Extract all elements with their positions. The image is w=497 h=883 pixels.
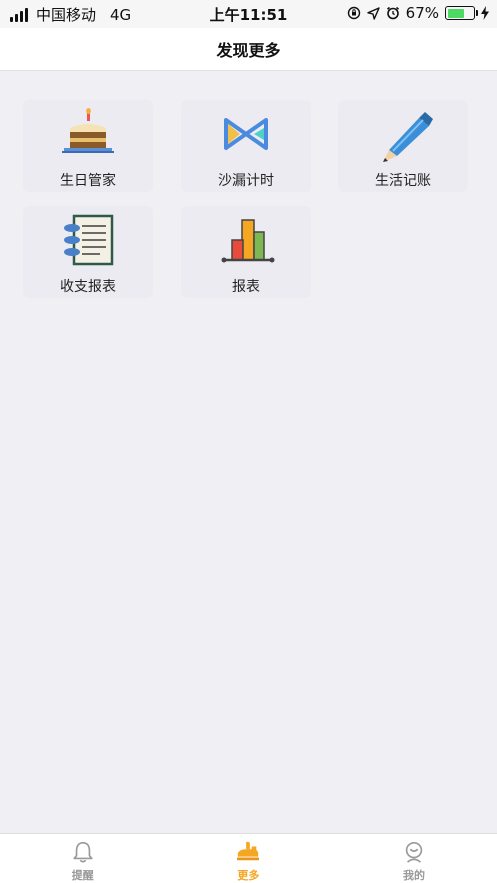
tile-label: 报表	[232, 279, 260, 295]
hourglass-icon	[224, 118, 268, 150]
tile-label: 生活记账	[375, 173, 431, 189]
orientation-lock-icon	[347, 6, 360, 20]
tile-label: 生日管家	[60, 173, 116, 189]
tab-more[interactable]: 更多	[166, 834, 332, 883]
tile-income-expense-report[interactable]: 收支报表	[23, 206, 153, 298]
tile-reports[interactable]: 报表	[181, 206, 311, 298]
more-hand-icon	[237, 841, 260, 861]
page-title: 发现更多	[216, 41, 281, 60]
tile-label: 沙漏计时	[218, 173, 274, 189]
birthday-cake-icon	[62, 108, 114, 153]
profile-icon	[405, 841, 423, 863]
tile-birthday-manager[interactable]: 生日管家	[23, 100, 153, 192]
status-bar: 中国移动 4G 上午11:51 67%	[0, 0, 497, 28]
tab-reminders[interactable]: 提醒	[0, 834, 166, 883]
tab-label: 更多	[237, 869, 260, 882]
bell-icon	[73, 841, 93, 863]
tile-label: 收支报表	[60, 279, 116, 295]
battery-percent: 67%	[405, 4, 439, 22]
tab-mine[interactable]: 我的	[331, 834, 497, 883]
status-right: 67%	[347, 4, 489, 22]
tile-life-bookkeeping[interactable]: 生活记账	[338, 100, 468, 192]
bottom-tab-bar: 提醒 更多 我的	[0, 833, 497, 883]
bar-chart-icon	[221, 219, 275, 263]
tab-label: 我的	[402, 869, 425, 882]
pencil-icon	[383, 112, 433, 162]
tile-hourglass-timer[interactable]: 沙漏计时	[181, 100, 311, 192]
charging-bolt-icon	[481, 6, 489, 20]
location-arrow-icon	[366, 6, 380, 20]
battery-icon	[445, 6, 478, 20]
tab-label: 提醒	[71, 869, 94, 882]
battery-level-fill	[447, 8, 465, 18]
navigation-bar: 发现更多	[0, 28, 497, 71]
ledger-document-icon	[64, 214, 114, 266]
alarm-clock-icon	[386, 6, 399, 20]
